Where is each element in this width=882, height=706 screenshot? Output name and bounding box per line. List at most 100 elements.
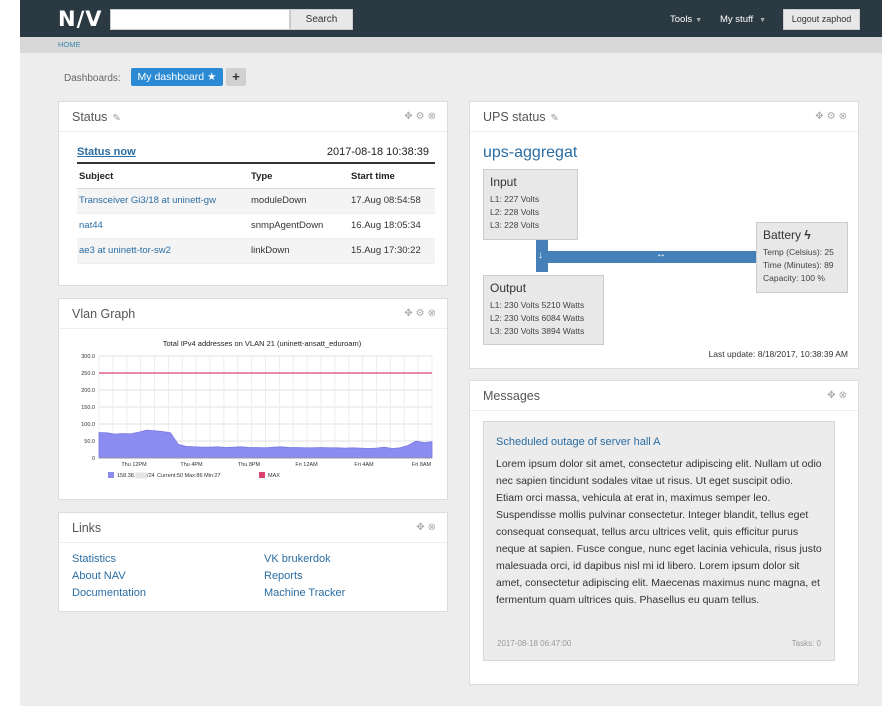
ups-last-update: Last update: 8/18/2017, 10:38:39 AM — [708, 349, 848, 359]
widget-controls: ✥⚙⊗ — [815, 111, 850, 122]
output-line: L2: 230 Volts 6084 Watts — [490, 313, 585, 323]
tab-my-dashboard-label: My dashboard — [137, 71, 205, 83]
y-tick-label: 0 — [92, 456, 95, 462]
my-stuff-menu[interactable]: My stuff ▼ — [720, 14, 766, 25]
status-widget: Status ✎ ✥⚙⊗ Status now 2017-08-18 10:38:… — [58, 101, 448, 286]
widget-header: UPS status ✎ ✥⚙⊗ — [470, 102, 858, 132]
widget-header: Status ✎ ✥⚙⊗ — [59, 102, 447, 132]
move-icon[interactable]: ✥ — [815, 111, 826, 122]
links-widget: Links ✥⊗ Statistics About NAV Documentat… — [58, 512, 448, 612]
search-button[interactable]: Search — [290, 9, 353, 30]
y-tick-label: 250.0 — [81, 371, 95, 377]
close-icon[interactable]: ⊗ — [839, 390, 850, 401]
gear-icon[interactable]: ⚙ — [416, 111, 428, 122]
tools-menu-label: Tools — [670, 14, 693, 25]
message-date: 2017-08-18 06:47:00 — [497, 639, 572, 648]
arrow-both-icon: ↔ — [656, 249, 666, 260]
status-now-link[interactable]: Status now — [77, 146, 136, 158]
logout-button[interactable]: Logout zaphod — [783, 9, 860, 30]
link-statistics[interactable]: Statistics — [72, 553, 116, 565]
search-input[interactable] — [110, 9, 290, 30]
input-line: L2: 228 Volts — [490, 207, 540, 217]
y-tick-label: 300.0 — [81, 354, 95, 360]
my-stuff-menu-label: My stuff — [720, 14, 754, 25]
battery-label: Battery — [763, 228, 802, 242]
input-label: Input — [490, 175, 517, 189]
message-tasks: Tasks: 0 — [791, 639, 821, 648]
subject-link[interactable]: nat44 — [77, 213, 249, 239]
x-tick-label: Fri 8AM — [412, 462, 432, 468]
close-icon[interactable]: ⊗ — [839, 111, 850, 122]
ups-output-box: Output L1: 230 Volts 5210 Watts L2: 230 … — [483, 275, 604, 345]
ups-name-link[interactable]: ups-aggregat — [483, 144, 577, 162]
widget-title: UPS status ✎ — [483, 110, 559, 124]
link-reports[interactable]: Reports — [264, 570, 303, 582]
message-title-link[interactable]: Scheduled outage of server hall A — [496, 436, 822, 448]
input-line: L3: 228 Volts — [490, 220, 540, 230]
output-line: L3: 230 Volts 3894 Watts — [490, 326, 585, 336]
output-label: Output — [490, 281, 527, 295]
close-icon[interactable]: ⊗ — [428, 111, 439, 122]
battery-heading: Battery ϟ — [763, 227, 841, 243]
x-tick-label: Thu 4PM — [180, 462, 203, 468]
column-header: Subject — [77, 165, 249, 189]
edit-icon[interactable]: ✎ — [551, 113, 559, 124]
legend-series-stats: Current:50 Max:86 Min:27 — [157, 473, 221, 479]
close-icon[interactable]: ⊗ — [428, 522, 439, 533]
caret-down-icon: ▼ — [695, 17, 703, 24]
widget-controls: ✥⚙⊗ — [404, 111, 439, 122]
subject-link[interactable]: Transceiver Gi3/18 at uninett-gw — [77, 188, 249, 214]
arrow-down-icon: ↓ — [538, 250, 543, 261]
chart-title: Total IPv4 addresses on VLAN 21 (uninett… — [163, 339, 362, 348]
move-icon[interactable]: ✥ — [404, 308, 415, 319]
star-icon: ★ — [207, 71, 217, 83]
start-time-cell: 15.Aug 17:30:22 — [349, 238, 435, 264]
ups-input-box: Input L1: 227 Volts L2: 228 Volts L3: 22… — [483, 169, 578, 240]
link-about-nav[interactable]: About NAV — [72, 570, 126, 582]
link-machine-tracker[interactable]: Machine Tracker — [264, 587, 345, 599]
ups-title: UPS status — [483, 110, 546, 124]
battery-line: Temp (Celsius): 25 — [763, 247, 834, 257]
tab-my-dashboard[interactable]: My dashboard ★ — [131, 68, 223, 86]
y-tick-label: 200.0 — [81, 388, 95, 394]
widget-controls: ✥⊗ — [416, 522, 439, 533]
top-navbar: N∕V Search Tools ▼ My stuff ▼ Logout zapho… — [20, 0, 882, 37]
start-time-cell: 17.Aug 08:54:58 — [349, 188, 435, 214]
breadcrumb-home[interactable]: HOME — [58, 40, 81, 49]
gear-icon[interactable]: ⚙ — [416, 308, 428, 319]
x-tick-label: Fri 4AM — [354, 462, 374, 468]
table-row: nat44 snmpAgentDown 16.Aug 18:05:34 — [77, 213, 435, 239]
vlan-chart: Total IPv4 addresses on VLAN 21 (uninett… — [81, 339, 433, 479]
bolt-icon: ϟ — [804, 228, 811, 242]
move-icon[interactable]: ✥ — [827, 390, 838, 401]
widget-controls: ✥⊗ — [827, 390, 850, 401]
move-icon[interactable]: ✥ — [404, 111, 415, 122]
vlan-graph-title: Vlan Graph — [72, 307, 136, 321]
message-card: Scheduled outage of server hall A Lorem … — [483, 421, 835, 661]
widget-title: Status ✎ — [72, 110, 121, 124]
move-icon[interactable]: ✥ — [416, 522, 427, 533]
x-tick-label: Fri 12AM — [295, 462, 318, 468]
y-tick-label: 150.0 — [81, 405, 95, 411]
gear-icon[interactable]: ⚙ — [827, 111, 839, 122]
add-dashboard-button[interactable]: + — [226, 68, 246, 86]
status-timestamp: 2017-08-18 10:38:39 — [326, 146, 429, 158]
type-cell: snmpAgentDown — [249, 213, 349, 239]
legend-swatch — [108, 472, 114, 478]
y-tick-label: 100.0 — [81, 422, 95, 428]
messages-title: Messages — [483, 389, 540, 403]
link-documentation[interactable]: Documentation — [72, 587, 146, 599]
type-cell: linkDown — [249, 238, 349, 264]
battery-line: Capacity: 100 % — [763, 273, 825, 283]
edit-icon[interactable]: ✎ — [112, 113, 120, 124]
legend-series-label: 158.38.░░░/24 — [117, 472, 155, 479]
x-tick-label: Thu 8PM — [238, 462, 261, 468]
ups-battery-box: Battery ϟ Temp (Celsius): 25 Time (Minut… — [756, 222, 848, 293]
nav-logo[interactable]: N∕V — [58, 8, 103, 30]
tools-menu[interactable]: Tools ▼ — [670, 14, 702, 25]
widget-header: Links ✥⊗ — [59, 513, 447, 543]
close-icon[interactable]: ⊗ — [428, 308, 439, 319]
subject-link[interactable]: ae3 at uninett-tor-sw2 — [77, 238, 249, 264]
ups-status-widget: UPS status ✎ ✥⚙⊗ ups-aggregat ↓ ↔ Input L… — [469, 101, 859, 369]
link-vk-brukerdok[interactable]: VK brukerdok — [264, 553, 331, 565]
